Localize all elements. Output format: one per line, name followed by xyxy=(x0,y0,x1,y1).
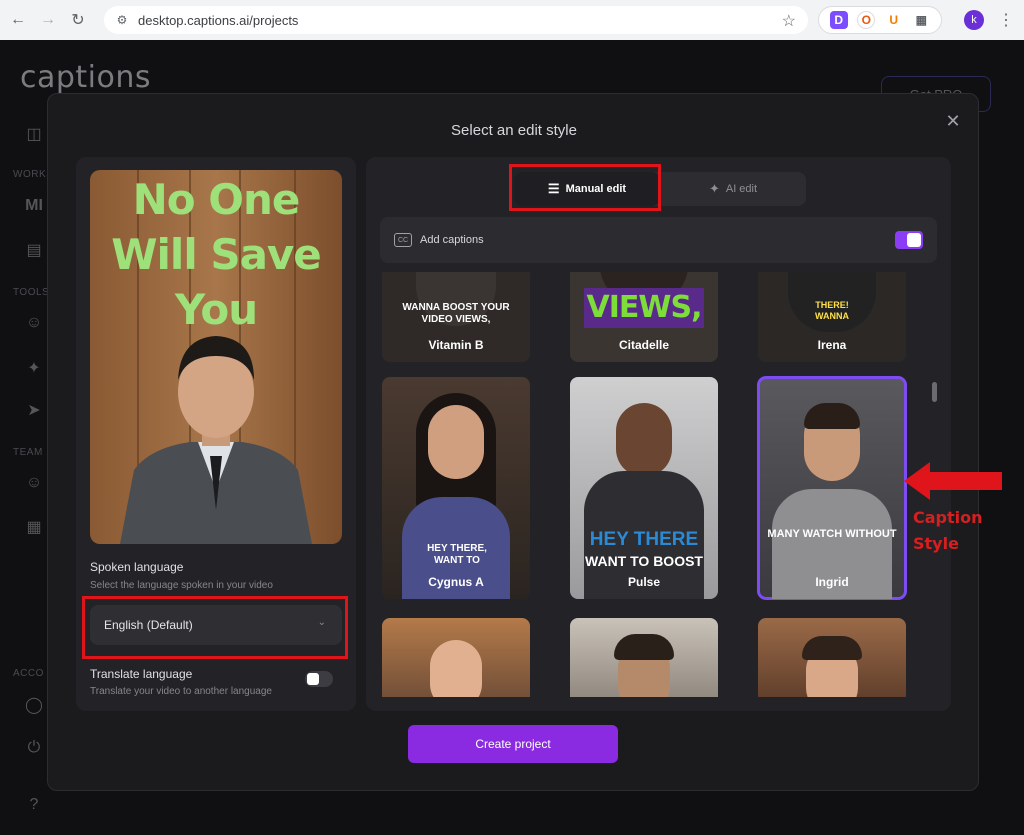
add-captions-label: Add captions xyxy=(420,234,484,246)
sidebar-section-label: TEAM xyxy=(13,447,43,458)
thumbnail-hair xyxy=(804,403,860,429)
spoken-language-hint: Select the language spoken in your video xyxy=(90,580,273,591)
thumbnail-face xyxy=(430,640,482,697)
send-icon[interactable]: ➤ xyxy=(24,400,44,420)
site-info-icon[interactable]: ⚙ xyxy=(114,12,130,28)
annotation-text: Caption Style xyxy=(913,505,983,557)
sparkle-icon[interactable]: ✦ xyxy=(24,358,44,378)
add-captions-row: CC Add captions xyxy=(380,217,937,263)
mi-icon[interactable]: MI xyxy=(24,196,44,216)
tab-ai-edit[interactable]: ✦ AI edit xyxy=(660,172,806,206)
thumbnail-hair xyxy=(614,634,674,660)
extension-o-icon[interactable]: O xyxy=(857,11,876,29)
url-text: desktop.captions.ai/projects xyxy=(138,12,299,28)
style-card-ingrid[interactable]: MANY WATCH WITHOUT Ingrid xyxy=(757,376,907,600)
style-card[interactable] xyxy=(758,618,906,697)
style-caption-preview: HEY THERE, WANT TO xyxy=(427,543,487,566)
modal-title: Select an edit style xyxy=(451,122,577,139)
account-icon[interactable]: ◯ xyxy=(24,695,44,715)
style-name: Vitamin B xyxy=(428,338,484,352)
puzzle-icon[interactable]: ▦ xyxy=(912,11,930,29)
annotation-line: Caption xyxy=(913,508,983,527)
caption-style-grid: WANNA BOOST YOUR VIDEO VIEWS, Vitamin B … xyxy=(380,272,920,697)
preview-caption-line: Will Save xyxy=(111,230,322,279)
annotation-box-manual-edit xyxy=(509,164,661,211)
toggle-knob xyxy=(307,673,319,685)
cc-icon: CC xyxy=(394,233,412,247)
calendar-icon[interactable]: ▤ xyxy=(24,240,44,260)
style-card-vitamin-b[interactable]: WANNA BOOST YOUR VIDEO VIEWS, Vitamin B xyxy=(382,272,530,362)
preview-caption: No One Will Save You xyxy=(90,172,342,337)
translate-language-hint: Translate your video to another language xyxy=(90,686,272,697)
profile-avatar[interactable]: k xyxy=(964,10,984,30)
help-icon[interactable]: ? xyxy=(24,795,44,815)
edit-style-panel: ☰ Manual edit ✦ AI edit CC Add captions … xyxy=(366,157,951,711)
toggle-knob xyxy=(907,233,921,247)
style-card-cygnus-a[interactable]: HEY THERE, WANT TO Cygnus A xyxy=(382,377,530,599)
style-caption-preview: HEY THERE xyxy=(589,529,699,550)
extension-d-icon[interactable]: D xyxy=(829,11,848,29)
style-caption-preview: WANNA BOOST YOUR VIDEO VIEWS, xyxy=(402,302,510,325)
style-card[interactable] xyxy=(382,618,530,697)
reload-icon[interactable]: ↻ xyxy=(66,8,90,32)
browser-toolbar: ← → ↻ ⚙ desktop.captions.ai/projects ☆ D… xyxy=(0,0,1024,40)
address-bar[interactable]: ⚙ desktop.captions.ai/projects ☆ xyxy=(104,6,808,34)
annotation-line: Style xyxy=(913,534,959,553)
extension-u-icon[interactable]: U xyxy=(885,11,903,29)
annotation-box-language xyxy=(82,596,348,659)
thumbnail-face xyxy=(616,403,672,477)
preview-caption-line: You xyxy=(174,285,258,334)
style-name: Ingrid xyxy=(815,575,849,589)
thumbnail-hair xyxy=(802,636,862,660)
style-name: Pulse xyxy=(627,575,660,589)
style-grid-scrollbar[interactable] xyxy=(932,382,937,402)
close-icon[interactable]: ✕ xyxy=(944,111,962,131)
sidebar-section-label: ACCO xyxy=(13,668,44,679)
video-preview[interactable]: No One Will Save You xyxy=(90,170,342,544)
translate-language-label: Translate language xyxy=(90,667,193,681)
extensions-bar: D O U ▦ xyxy=(818,6,942,34)
style-card-pulse[interactable]: HEY THERE WANT TO BOOST Pulse xyxy=(570,377,718,599)
style-caption-preview: WANT TO BOOST xyxy=(585,553,703,569)
translate-toggle[interactable] xyxy=(305,671,333,687)
power-icon[interactable]: ⏻ xyxy=(24,738,44,758)
back-icon[interactable]: ← xyxy=(6,8,30,32)
style-name: Citadelle xyxy=(618,338,669,352)
tab-ai-edit-label: AI edit xyxy=(725,183,758,195)
style-caption-preview: VIEWS, xyxy=(584,288,704,328)
smile-icon[interactable]: ☺ xyxy=(24,473,44,493)
projects-icon[interactable]: ◫ xyxy=(24,124,44,144)
sidebar-section-label: TOOLS xyxy=(13,287,50,298)
add-captions-toggle[interactable] xyxy=(895,231,923,249)
annotation-arrow-icon xyxy=(904,462,1002,500)
style-name: Irena xyxy=(817,338,847,352)
browser-menu-icon[interactable]: ⋮ xyxy=(998,10,1014,30)
style-card[interactable] xyxy=(570,618,718,697)
captions-logo: captions xyxy=(20,60,152,95)
style-card-irena[interactable]: THERE! WANNA Irena xyxy=(758,272,906,362)
style-name: Cygnus A xyxy=(428,575,484,589)
sparkle-icon: ✦ xyxy=(708,181,720,196)
style-card-citadelle[interactable]: VIEWS, Citadelle xyxy=(570,272,718,362)
spoken-language-label: Spoken language xyxy=(90,560,184,574)
grid-icon[interactable]: ▦ xyxy=(24,517,44,537)
bookmark-star-icon[interactable]: ☆ xyxy=(782,11,796,31)
style-caption-preview: MANY WATCH WITHOUT xyxy=(767,528,897,540)
thumbnail-face xyxy=(428,405,484,479)
user-icon[interactable]: ☺ xyxy=(24,313,44,333)
style-caption-preview: THERE! WANNA xyxy=(815,300,849,321)
forward-icon[interactable]: → xyxy=(36,8,60,32)
create-project-button[interactable]: Create project xyxy=(408,725,618,763)
preview-caption-line: No One xyxy=(132,175,301,224)
